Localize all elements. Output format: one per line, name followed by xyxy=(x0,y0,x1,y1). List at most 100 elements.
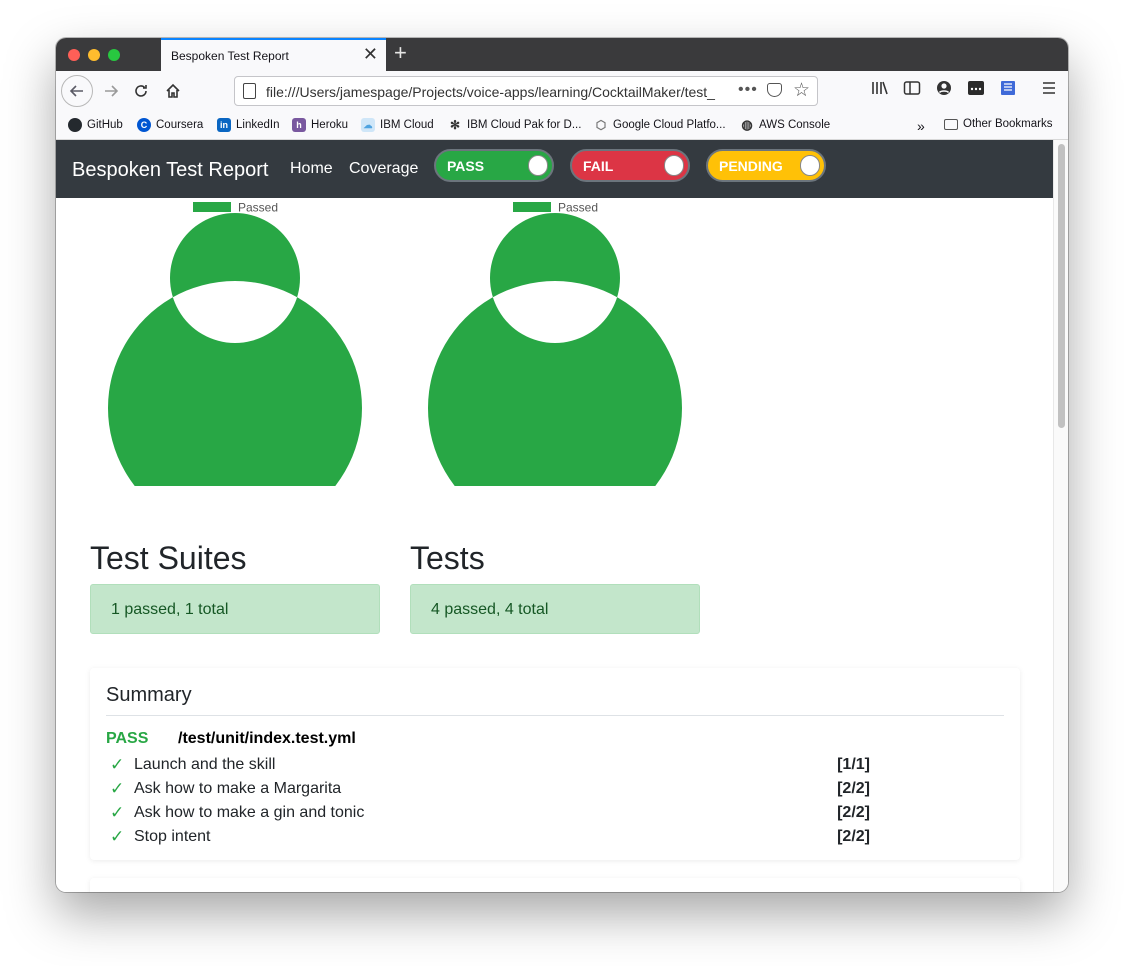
nav-home-link[interactable]: Home xyxy=(290,160,333,178)
toggle-knob xyxy=(664,155,684,176)
bookmark-ibm-cloud-pak[interactable]: ✻ IBM Cloud Pak for D... xyxy=(448,118,581,132)
scrollbar-thumb[interactable] xyxy=(1058,144,1065,428)
url-bar[interactable]: file:///Users/jamespage/Projects/voice-a… xyxy=(234,76,818,106)
divider xyxy=(106,715,1004,716)
tests-summary-box: 4 passed, 4 total xyxy=(410,584,700,634)
zoom-window-button[interactable] xyxy=(108,49,120,61)
tests-chart: Passed xyxy=(410,196,710,486)
check-icon: ✓ xyxy=(110,827,125,846)
bookmarks-bar: GitHub C Coursera in LinkedIn h Heroku ☁… xyxy=(56,112,1068,140)
bookmark-label: GitHub xyxy=(87,119,123,131)
bookmark-label: IBM Cloud Pak for D... xyxy=(467,119,582,131)
tests-summary-text: 4 passed, 4 total xyxy=(431,601,549,618)
other-bookmarks-label: Other Bookmarks xyxy=(963,118,1053,130)
page-content: Bespoken Test Report Home Coverage PASS … xyxy=(56,140,1053,892)
new-tab-button[interactable]: + xyxy=(394,41,407,65)
brand-title[interactable]: Bespoken Test Report xyxy=(72,159,268,182)
suite-path: /test/unit/index.test.yml xyxy=(178,730,356,747)
test-count: [2/2] xyxy=(837,804,870,821)
close-window-button[interactable] xyxy=(68,49,80,61)
legend-label: Passed xyxy=(238,201,278,215)
home-button[interactable] xyxy=(158,76,188,106)
bookmark-heroku[interactable]: h Heroku xyxy=(292,118,348,132)
suites-title: Test Suites xyxy=(90,540,247,576)
bookmark-linkedin[interactable]: in LinkedIn xyxy=(217,118,279,132)
sidebar-icon[interactable] xyxy=(901,80,923,102)
extension-icon[interactable] xyxy=(965,80,987,102)
bookmarks-overflow-icon[interactable]: » xyxy=(917,118,925,134)
toggle-knob xyxy=(800,155,820,176)
suites-chart: Passed xyxy=(90,196,390,486)
suite-status-badge: PASS xyxy=(106,730,149,747)
bookmark-google-cloud[interactable]: ⬡ Google Cloud Platfo... xyxy=(594,118,726,132)
page-scrollbar[interactable] xyxy=(1053,140,1068,892)
pie-slice-passed[interactable] xyxy=(108,213,362,486)
test-count: [2/2] xyxy=(837,780,870,797)
test-count: [2/2] xyxy=(837,828,870,845)
test-name: Launch and the skill xyxy=(134,756,276,773)
page-icon xyxy=(243,83,256,99)
legend-label: Passed xyxy=(558,201,598,215)
pass-toggle-label: PASS xyxy=(447,158,485,174)
reload-icon xyxy=(135,85,147,97)
summary-title: Summary xyxy=(106,684,192,706)
back-button[interactable] xyxy=(61,75,93,107)
next-card xyxy=(90,878,1020,892)
home-icon xyxy=(166,83,180,98)
forward-button[interactable] xyxy=(96,76,126,106)
globe-icon: ◍ xyxy=(741,117,753,132)
bookmark-github[interactable]: GitHub xyxy=(68,118,123,132)
tab-close-icon[interactable]: ✕ xyxy=(363,45,378,63)
pending-toggle-label: PENDING xyxy=(719,158,783,174)
reader-extension-icon[interactable] xyxy=(997,80,1019,102)
pie-slice-passed[interactable] xyxy=(428,213,682,486)
url-text[interactable]: file:///Users/jamespage/Projects/voice-a… xyxy=(266,84,732,100)
test-count: [1/1] xyxy=(837,756,870,773)
legend-swatch xyxy=(513,202,551,212)
suites-donut-chart: Passed xyxy=(108,201,362,486)
heroku-icon: h xyxy=(292,118,306,132)
browser-toolbar: file:///Users/jamespage/Projects/voice-a… xyxy=(56,71,1068,112)
bookmark-coursera[interactable]: C Coursera xyxy=(137,118,203,132)
library-icon[interactable] xyxy=(869,80,891,102)
check-icon: ✓ xyxy=(110,755,125,774)
browser-window: Bespoken Test Report ✕ + file:///Users/j… xyxy=(56,38,1068,892)
page-actions-icon[interactable]: ••• xyxy=(738,81,758,99)
cloud-icon: ☁ xyxy=(361,118,375,132)
fail-filter-toggle[interactable]: FAIL xyxy=(570,149,690,182)
report-navbar: Bespoken Test Report Home Coverage PASS … xyxy=(56,140,1053,198)
test-name: Ask how to make a gin and tonic xyxy=(134,804,365,821)
reload-button[interactable] xyxy=(126,76,156,106)
test-row: ✓ Stop intent [2/2] xyxy=(110,826,870,850)
test-name: Ask how to make a Margarita xyxy=(134,780,342,797)
bookmark-star-icon[interactable]: ☆ xyxy=(793,79,810,102)
linkedin-icon: in xyxy=(217,118,231,132)
folder-icon xyxy=(944,118,958,130)
toggle-knob xyxy=(528,155,548,176)
hamburger-menu-icon[interactable] xyxy=(1038,80,1060,102)
test-name: Stop intent xyxy=(134,828,211,845)
browser-tab[interactable]: Bespoken Test Report ✕ xyxy=(161,38,386,71)
account-icon[interactable] xyxy=(933,80,955,102)
minimize-window-button[interactable] xyxy=(88,49,100,61)
gcp-icon: ⬡ xyxy=(595,118,607,132)
check-icon: ✓ xyxy=(110,803,125,822)
pass-filter-toggle[interactable]: PASS xyxy=(434,149,554,182)
nav-coverage-link[interactable]: Coverage xyxy=(349,160,418,178)
other-bookmarks[interactable]: Other Bookmarks xyxy=(944,118,1052,130)
back-arrow-icon xyxy=(69,85,83,97)
legend-swatch xyxy=(193,202,231,212)
github-icon xyxy=(68,118,82,132)
bookmark-aws-console[interactable]: ◍ AWS Console xyxy=(740,118,830,132)
bookmark-ibm-cloud[interactable]: ☁ IBM Cloud xyxy=(361,118,434,132)
tests-donut-chart: Passed xyxy=(428,201,682,486)
suites-summary-box: 1 passed, 1 total xyxy=(90,584,380,634)
pending-filter-toggle[interactable]: PENDING xyxy=(706,149,826,182)
forward-arrow-icon xyxy=(105,85,119,97)
test-row: ✓ Ask how to make a gin and tonic [2/2] xyxy=(110,802,870,826)
bookmark-label: LinkedIn xyxy=(236,119,280,131)
pocket-icon[interactable] xyxy=(767,83,782,97)
bookmark-label: Google Cloud Platfo... xyxy=(613,119,726,131)
bookmark-label: Coursera xyxy=(156,119,204,131)
gear-icon: ✻ xyxy=(449,118,461,132)
